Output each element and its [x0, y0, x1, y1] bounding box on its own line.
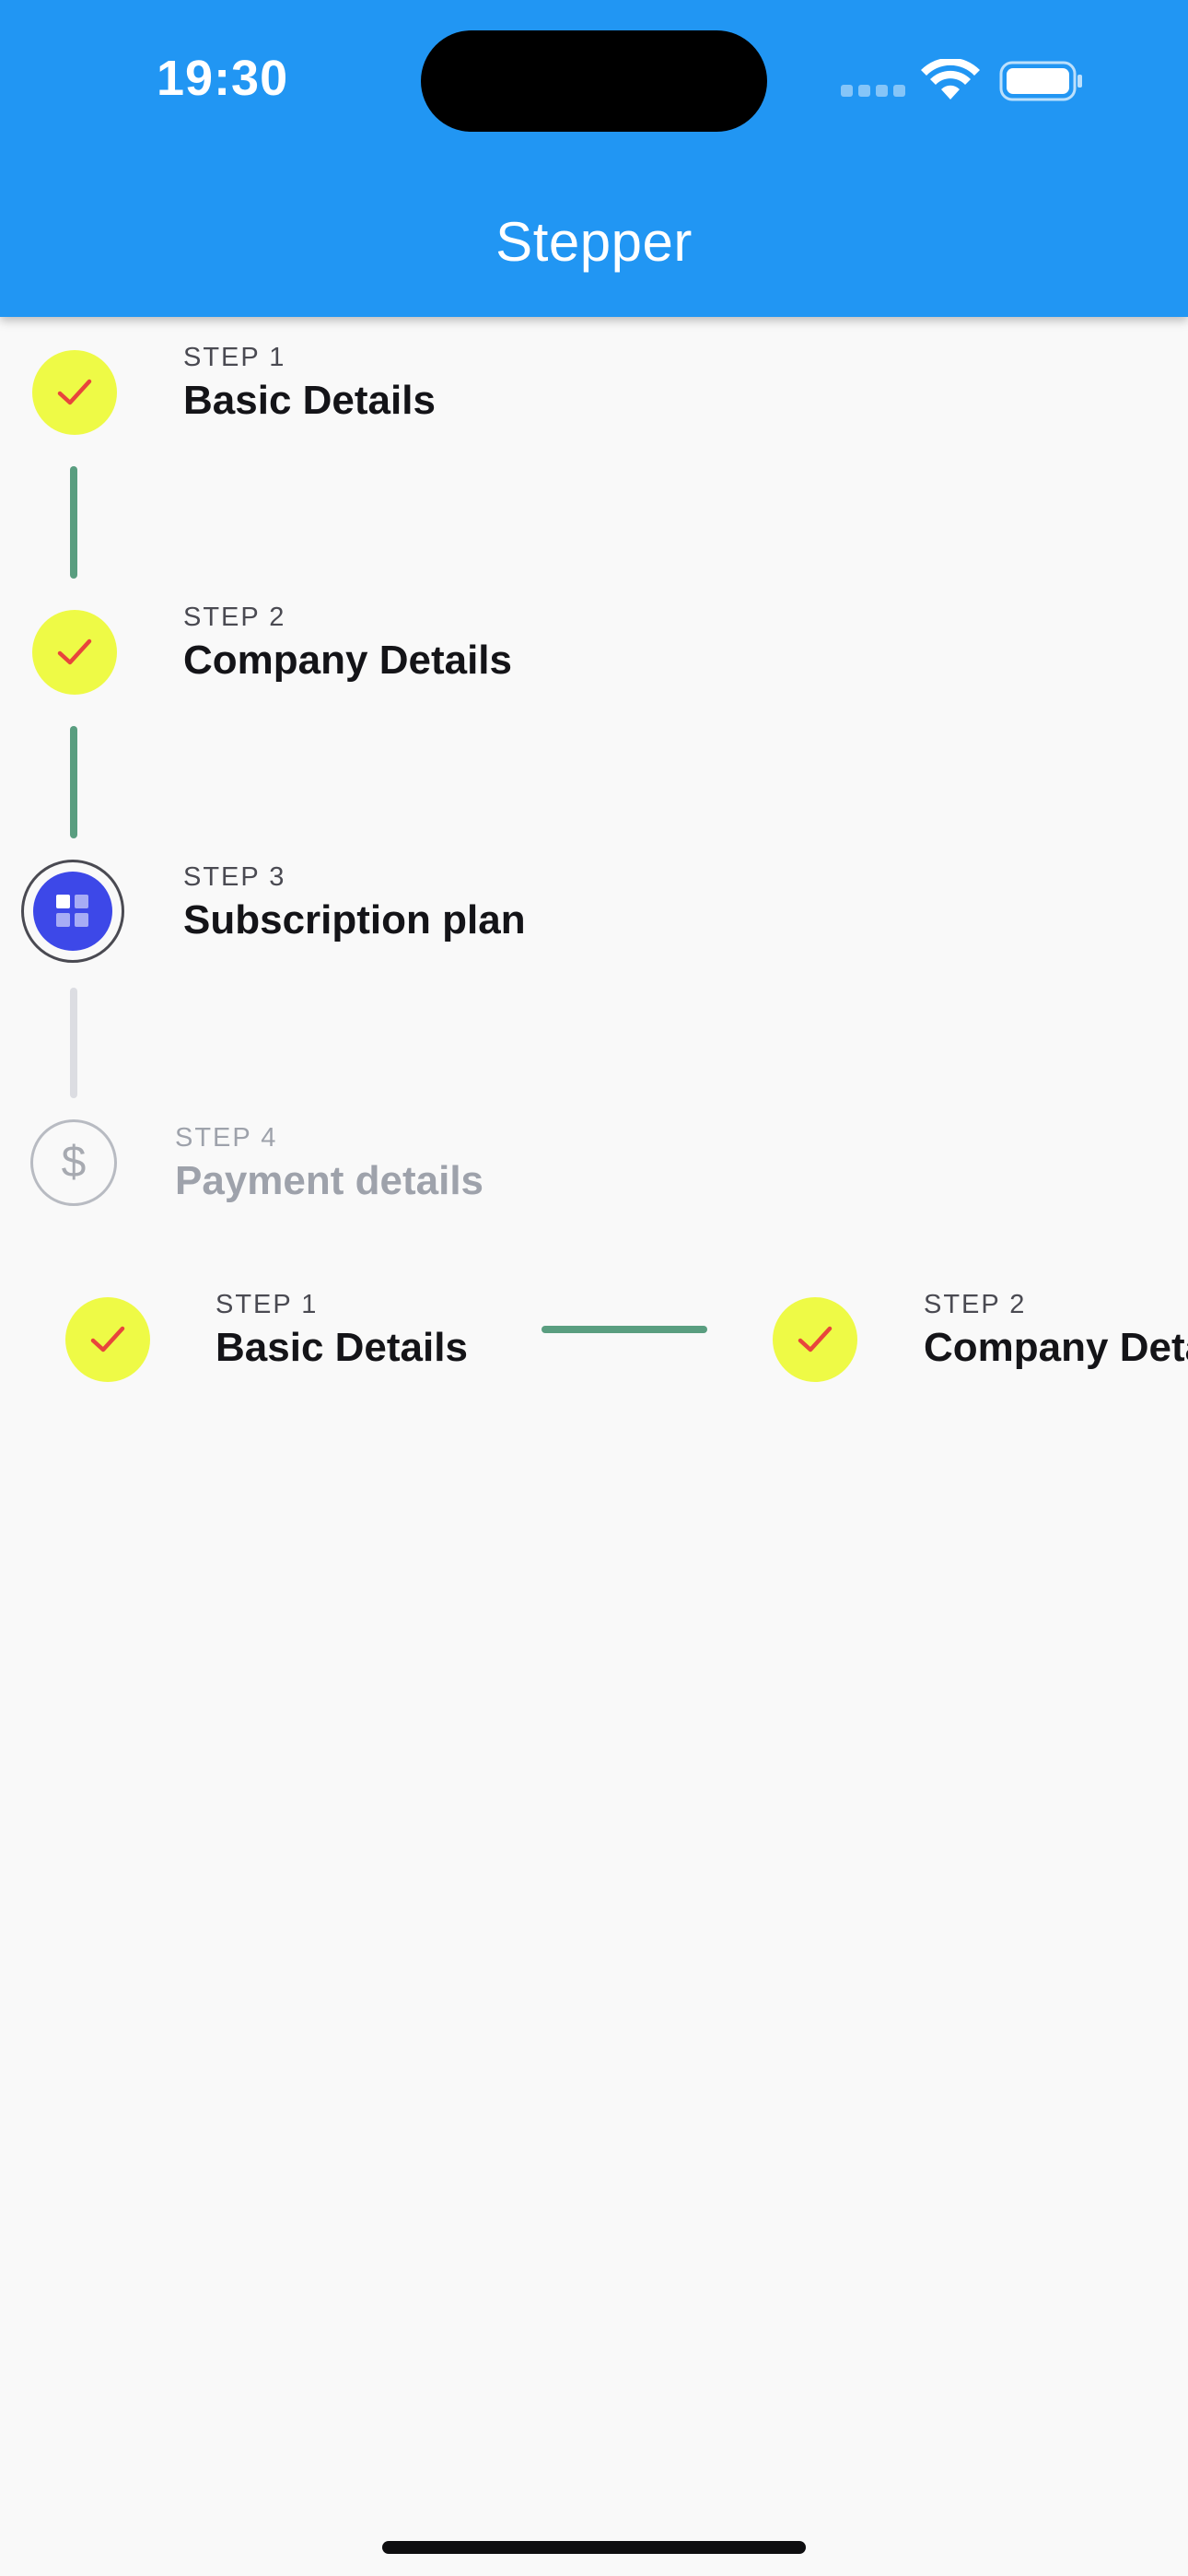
wifi-icon	[921, 59, 980, 100]
dollar-icon: $	[30, 1119, 117, 1206]
step-title: Subscription plan	[183, 897, 526, 943]
dynamic-island	[421, 30, 767, 132]
step-status-circle	[32, 350, 117, 435]
step-status-circle	[32, 610, 117, 695]
step-label: STEP 2	[924, 1290, 1027, 1319]
step-label: STEP 2	[183, 603, 286, 632]
step-title: Company Details	[924, 1325, 1188, 1370]
battery-icon	[999, 61, 1082, 101]
step-title: Payment details	[175, 1158, 484, 1203]
page-title: Stepper	[495, 211, 693, 273]
step-connector	[70, 988, 77, 1098]
check-icon	[798, 1326, 833, 1352]
step-title: Basic Details	[215, 1325, 468, 1370]
app-bar: 19:30 Stepper	[0, 0, 1188, 317]
step-title: Company Details	[183, 638, 512, 683]
grid-icon	[56, 895, 88, 927]
cellular-signal-icon	[841, 85, 905, 98]
status-time: 19:30	[157, 51, 289, 106]
step-label: STEP 1	[215, 1290, 319, 1319]
step-connector	[70, 726, 77, 838]
home-indicator[interactable]	[382, 2541, 806, 2554]
step-title-clip: Company Details	[924, 1317, 1188, 1382]
step-connector	[70, 466, 77, 579]
check-icon	[57, 638, 92, 665]
step-label: STEP 3	[183, 862, 286, 892]
check-icon	[90, 1326, 125, 1352]
step-title: Basic Details	[183, 378, 436, 423]
step-label: STEP 4	[175, 1123, 278, 1153]
check-icon	[57, 379, 92, 405]
step-status-circle	[773, 1297, 857, 1382]
step-label: STEP 1	[183, 343, 286, 372]
step-connector	[542, 1326, 707, 1333]
step-status-circle	[65, 1297, 150, 1382]
step-status-circle	[21, 860, 124, 963]
